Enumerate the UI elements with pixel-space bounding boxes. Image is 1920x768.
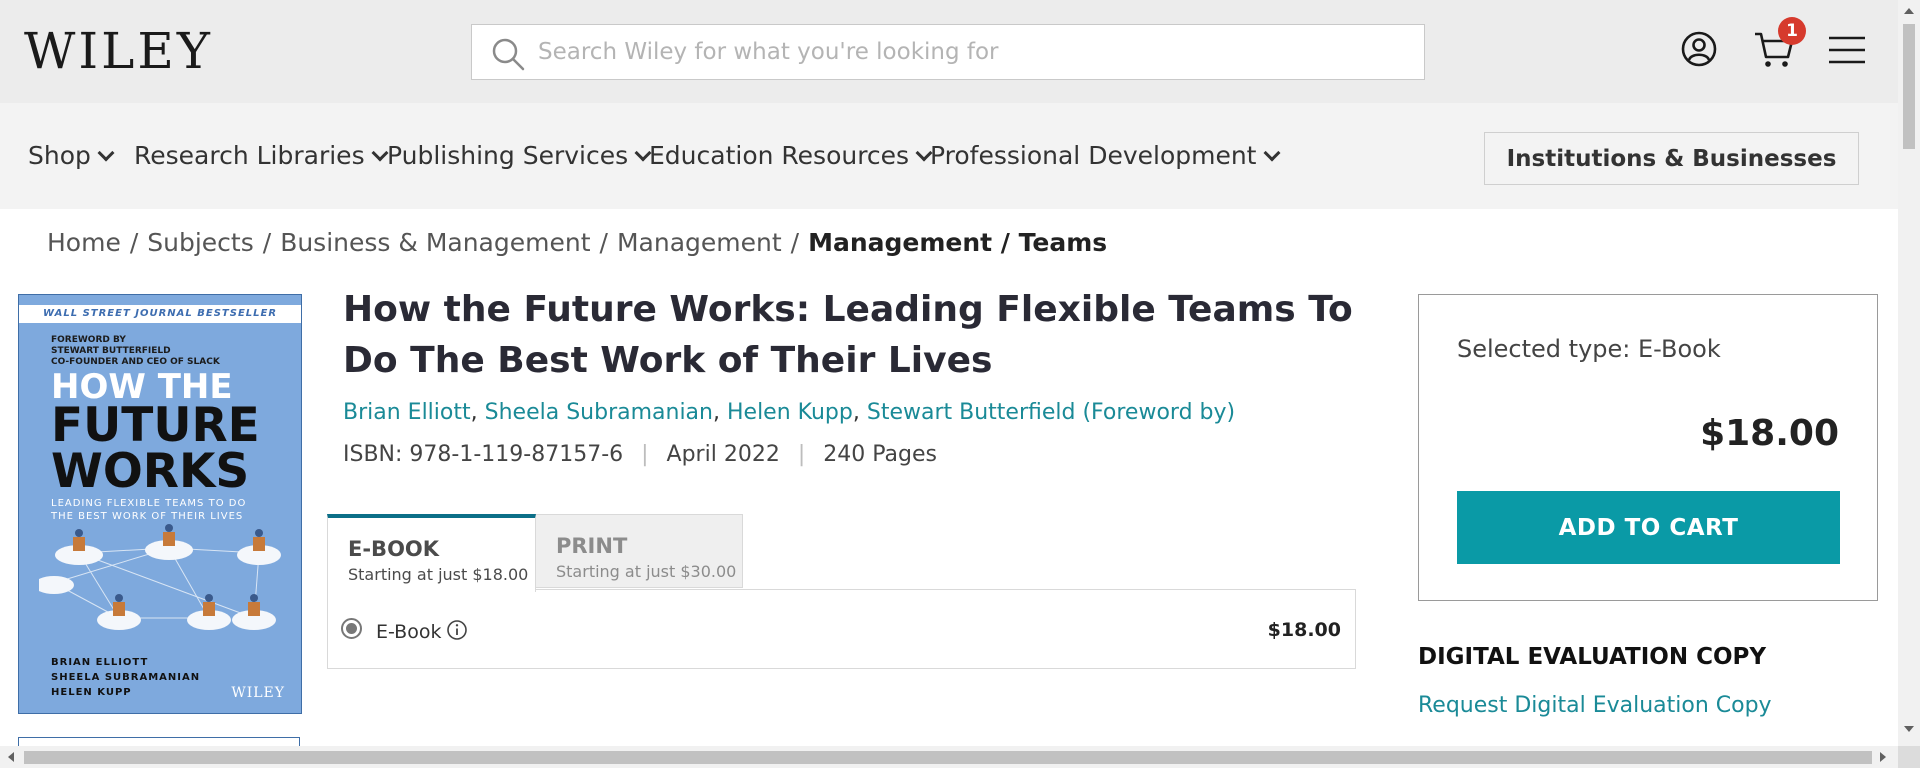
- tab-name: E-BOOK: [348, 537, 440, 561]
- breadcrumb-home[interactable]: Home: [47, 228, 121, 257]
- breadcrumb-business-management[interactable]: Business & Management: [280, 228, 590, 257]
- nav-label: Professional Development: [930, 141, 1257, 170]
- nav-label: Education Resources: [649, 141, 910, 170]
- cover-subtitle: LEADING FLEXIBLE TEAMS TO DO THE BEST WO…: [51, 498, 247, 522]
- tab-subtitle: Starting at just $30.00: [556, 562, 737, 581]
- author-link[interactable]: Sheela Subramanian: [485, 400, 713, 425]
- request-evaluation-link[interactable]: Request Digital Evaluation Copy: [1418, 693, 1772, 718]
- nav-shop[interactable]: Shop: [28, 141, 115, 170]
- nav-professional-development[interactable]: Professional Development: [930, 141, 1280, 170]
- price: $18.00: [1700, 413, 1839, 454]
- chevron-down-icon: [97, 144, 115, 162]
- search-icon[interactable]: [490, 36, 526, 72]
- cart-count-badge: 1: [1778, 17, 1806, 45]
- author-link[interactable]: Stewart Butterfield (Foreword by): [867, 400, 1235, 425]
- scrollbar-corner: [1898, 746, 1920, 768]
- tab-name: PRINT: [556, 534, 628, 558]
- wiley-logo[interactable]: WILEY: [24, 24, 213, 78]
- cover-title-lines: FUTURE WORKS: [51, 398, 260, 499]
- nav-label: Shop: [28, 141, 91, 170]
- breadcrumb-subjects[interactable]: Subjects: [147, 228, 253, 257]
- cover-authors: BRIAN ELLIOTT SHEELA SUBRAMANIAN HELEN K…: [51, 657, 201, 698]
- author-link[interactable]: Brian Elliott: [343, 400, 471, 425]
- option-price: $18.00: [1267, 619, 1341, 641]
- breadcrumb-management[interactable]: Management: [617, 228, 782, 257]
- tab-print[interactable]: PRINT Starting at just $30.00: [535, 514, 743, 588]
- tab-ebook[interactable]: E-BOOK Starting at just $18.00: [327, 514, 536, 592]
- scroll-right-icon[interactable]: [1880, 752, 1886, 762]
- breadcrumb-current: Management / Teams: [808, 228, 1108, 257]
- publication-date: April 2022: [666, 442, 780, 467]
- isbn: ISBN: 978-1-119-87157-6: [343, 442, 624, 467]
- nav-label: Publishing Services: [387, 141, 629, 170]
- author-list: Brian Elliott, Sheela Subramanian, Helen…: [343, 400, 1236, 425]
- cover-illustration: [39, 524, 281, 630]
- site-header: WILEY 1: [0, 0, 1898, 103]
- format-option-panel: E-Book $18.00: [327, 589, 1356, 669]
- selected-type-value: E-Book: [1638, 335, 1721, 363]
- institutions-businesses-button[interactable]: Institutions & Businesses: [1484, 132, 1859, 185]
- chevron-down-icon: [1263, 144, 1280, 162]
- search-bar[interactable]: [471, 24, 1425, 80]
- purchase-box: Selected type: E-Book $18.00 ADD TO CART: [1418, 294, 1878, 601]
- cover-publisher: WILEY: [231, 685, 285, 701]
- main-nav: Shop Research Libraries Publishing Servi…: [0, 103, 1898, 209]
- book-cover-image[interactable]: WALL STREET JOURNAL BESTSELLER FOREWORD …: [18, 294, 302, 714]
- nav-publishing-services[interactable]: Publishing Services: [387, 141, 652, 170]
- page-count: 240 Pages: [823, 442, 937, 467]
- scroll-down-icon[interactable]: [1904, 726, 1914, 732]
- cover-foreword: FOREWORD BY STEWART BUTTERFIELD CO-FOUND…: [51, 335, 220, 367]
- nav-education-resources[interactable]: Education Resources: [649, 141, 933, 170]
- product-meta: ISBN: 978-1-119-87157-6 | April 2022 | 240 P…: [343, 442, 937, 467]
- nav-label: Research Libraries: [134, 141, 365, 170]
- ebook-radio[interactable]: [341, 618, 362, 639]
- scroll-up-icon[interactable]: [1904, 8, 1914, 14]
- scroll-left-icon[interactable]: [8, 752, 14, 762]
- vertical-scrollbar[interactable]: [1898, 0, 1920, 746]
- breadcrumb: Home / Subjects / Business & Management / Mana…: [47, 228, 1108, 257]
- nav-research-libraries[interactable]: Research Libraries: [134, 141, 389, 170]
- tab-subtitle: Starting at just $18.00: [348, 565, 529, 584]
- product-title: How the Future Works: Leading Flexible T…: [343, 289, 1353, 381]
- author-link[interactable]: Helen Kupp: [727, 400, 853, 425]
- horizontal-scrollbar[interactable]: [0, 746, 1898, 768]
- add-to-cart-button[interactable]: ADD TO CART: [1457, 491, 1840, 564]
- evaluation-heading: DIGITAL EVALUATION COPY: [1418, 644, 1767, 670]
- vertical-scroll-thumb[interactable]: [1903, 24, 1915, 149]
- selected-type: Selected type: E-Book: [1457, 335, 1721, 363]
- chevron-down-icon: [371, 144, 389, 162]
- info-icon[interactable]: [446, 619, 468, 641]
- horizontal-scroll-thumb[interactable]: [24, 751, 1872, 764]
- hamburger-menu-icon[interactable]: [1825, 30, 1869, 74]
- option-label: E-Book: [376, 621, 442, 643]
- account-icon[interactable]: [1677, 27, 1721, 71]
- cover-banner: WALL STREET JOURNAL BESTSELLER: [42, 308, 278, 319]
- search-input[interactable]: [538, 25, 1398, 79]
